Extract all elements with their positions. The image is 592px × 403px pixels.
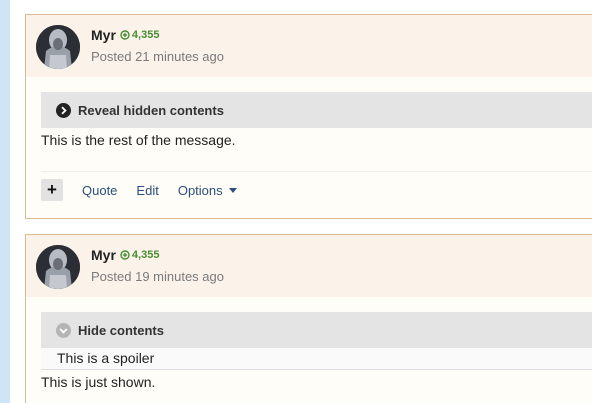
author-name[interactable]: Myr [91, 247, 116, 263]
author-line: Myr 4,355 [91, 247, 159, 263]
posted-time[interactable]: Posted 19 minutes ago [91, 269, 224, 284]
post-actions: + Quote Edit Options [41, 179, 256, 201]
caret-down-icon [228, 187, 237, 193]
left-rail [0, 0, 10, 403]
divider [41, 171, 592, 172]
author-name[interactable]: Myr [91, 27, 116, 43]
spoiler-label: Reveal hidden contents [78, 102, 224, 118]
page: Myr 4,355 Posted 21 minutes ago Reveal h… [0, 0, 592, 403]
reputation-badge: 4,355 [120, 249, 160, 261]
plus-circle-icon [120, 250, 130, 260]
spoiler-toggle[interactable]: Hide contents [41, 312, 592, 348]
post-body-text: This is just shown. [41, 374, 156, 390]
reputation-count: 4,355 [131, 29, 160, 41]
post-comment: Myr 4,355 Posted 19 minutes ago Hide con… [25, 234, 592, 403]
avatar[interactable] [36, 25, 80, 69]
options-label: Options [177, 182, 223, 198]
options-menu-button[interactable]: Options [178, 183, 237, 198]
plus-circle-icon [120, 30, 130, 40]
add-button[interactable]: + [41, 179, 63, 201]
spoiler-toggle[interactable]: Reveal hidden contents [41, 92, 592, 128]
spoiler-text: This is a spoiler [57, 350, 155, 366]
post-header: Myr 4,355 Posted 19 minutes ago [26, 235, 592, 297]
quote-button[interactable]: Quote [82, 183, 117, 198]
reputation-count: 4,355 [131, 249, 160, 261]
chevron-down-circle-icon [56, 322, 71, 338]
posted-time[interactable]: Posted 21 minutes ago [91, 49, 224, 64]
reputation-badge: 4,355 [120, 29, 160, 41]
spoiler-content: This is a spoiler [41, 348, 592, 370]
post-comment: Myr 4,355 Posted 21 minutes ago Reveal h… [25, 14, 592, 219]
post-header: Myr 4,355 Posted 21 minutes ago [26, 15, 592, 77]
edit-button[interactable]: Edit [136, 183, 158, 198]
post-body-text: This is the rest of the message. [41, 132, 236, 148]
chevron-right-circle-icon [56, 102, 71, 118]
avatar[interactable] [36, 245, 80, 289]
author-line: Myr 4,355 [91, 27, 159, 43]
spoiler-label: Hide contents [78, 322, 164, 338]
